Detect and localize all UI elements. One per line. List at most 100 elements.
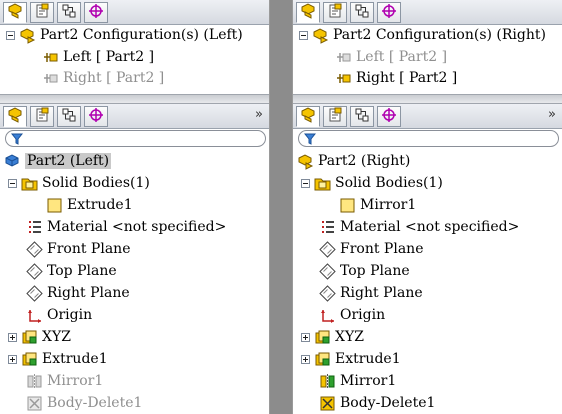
panel-splitter[interactable] <box>293 94 562 104</box>
solid-bodies-folder[interactable]: Solid Bodies(1) <box>8 172 150 194</box>
extrude-feature-icon <box>21 329 38 346</box>
plane-icon <box>319 284 336 302</box>
plane-icon <box>26 262 43 280</box>
configuration-manager-icon <box>61 3 77 23</box>
tab-property-manager[interactable] <box>323 106 347 127</box>
tab-dimxpert-manager[interactable] <box>377 2 401 23</box>
expand-toggle[interactable] <box>8 354 17 364</box>
config-item-label: Right [ Part2 ] <box>356 70 458 86</box>
configuration-icon <box>335 70 352 87</box>
filter-field[interactable] <box>5 130 266 147</box>
panel-splitter[interactable] <box>0 94 269 104</box>
filter-field[interactable] <box>298 130 559 147</box>
right-plane-label: Right Plane <box>340 285 423 301</box>
expand-toggle[interactable] <box>301 332 310 342</box>
xyz-feature[interactable]: XYZ <box>8 326 71 348</box>
body-item[interactable]: Extrude1 <box>46 194 133 216</box>
feature-manager-icon <box>7 106 23 127</box>
extrude-feature[interactable]: Extrude1 <box>8 348 108 370</box>
material-item[interactable]: Material <not specified> <box>26 216 226 238</box>
configuration-icon <box>42 70 59 87</box>
configuration-manager-icon <box>354 107 370 127</box>
collapse-toggle[interactable] <box>8 178 17 188</box>
body-label: Extrude1 <box>67 197 133 213</box>
tab-dimxpert-manager[interactable] <box>377 106 401 127</box>
config-title: Part2 Configuration(s) (Left) <box>40 27 243 43</box>
extrude-feature-icon <box>314 329 331 346</box>
tab-configuration-manager[interactable] <box>57 2 81 23</box>
xyz-feature[interactable]: XYZ <box>301 326 364 348</box>
material-label: Material <not specified> <box>47 219 227 235</box>
plane-icon <box>319 240 336 258</box>
material-label: Material <not specified> <box>340 219 520 235</box>
part-root-label: Part2 (Right) <box>318 153 411 169</box>
part-icon <box>297 153 314 170</box>
config-item-left[interactable]: Left [ Part2 ] <box>42 46 154 68</box>
expand-toggle[interactable] <box>301 354 310 364</box>
part-icon <box>4 153 21 170</box>
solid-body-icon <box>46 197 63 214</box>
extrude-feature[interactable]: Extrude1 <box>301 348 401 370</box>
more-tabs-chevron[interactable]: » <box>255 107 263 122</box>
material-icon <box>26 219 43 236</box>
bottom-tab-bar: » <box>293 104 562 129</box>
collapse-toggle[interactable] <box>301 178 310 188</box>
tab-dimxpert-manager[interactable] <box>84 106 108 127</box>
mirror-label: Mirror1 <box>47 373 104 389</box>
origin-item[interactable]: Origin <box>26 304 92 326</box>
part-root[interactable]: Part2 (Left) <box>4 150 112 172</box>
expand-toggle[interactable] <box>8 332 17 342</box>
config-root[interactable]: Part2 Configuration(s) (Left) <box>6 24 243 46</box>
config-root[interactable]: Part2 Configuration(s) (Right) <box>299 24 546 46</box>
feature-manager-icon <box>7 2 23 23</box>
body-delete-icon <box>26 395 43 412</box>
front-plane-item[interactable]: Front Plane <box>319 238 423 260</box>
origin-item[interactable]: Origin <box>319 304 385 326</box>
part-root-label: Part2 (Left) <box>25 153 112 169</box>
tab-feature-manager[interactable] <box>296 2 320 23</box>
mirror-label: Mirror1 <box>340 373 397 389</box>
body-delete-feature[interactable]: Body-Delete1 <box>26 392 142 414</box>
tab-feature-manager[interactable] <box>3 2 27 23</box>
collapse-toggle[interactable] <box>299 30 308 40</box>
bottom-tab-bar: » <box>0 104 269 129</box>
tab-feature-manager[interactable] <box>296 106 320 127</box>
top-plane-item[interactable]: Top Plane <box>319 260 410 282</box>
tab-feature-manager[interactable] <box>3 106 27 127</box>
solid-bodies-label: Solid Bodies(1) <box>335 175 443 191</box>
tab-property-manager[interactable] <box>323 2 347 23</box>
right-plane-item[interactable]: Right Plane <box>319 282 423 304</box>
front-plane-item[interactable]: Front Plane <box>26 238 130 260</box>
tab-dimxpert-manager[interactable] <box>84 2 108 23</box>
more-tabs-chevron[interactable]: » <box>548 107 556 122</box>
property-manager-icon <box>34 3 50 23</box>
tab-property-manager[interactable] <box>30 106 54 127</box>
tab-property-manager[interactable] <box>30 2 54 23</box>
tab-configuration-manager[interactable] <box>350 106 374 127</box>
body-delete-label: Body-Delete1 <box>47 395 143 411</box>
material-item[interactable]: Material <not specified> <box>319 216 519 238</box>
solid-body-icon <box>339 197 356 214</box>
config-item-right[interactable]: Right [ Part2 ] <box>42 67 164 89</box>
tab-configuration-manager[interactable] <box>350 2 374 23</box>
pane-separator <box>270 0 292 414</box>
folder-icon <box>21 175 38 192</box>
body-label: Mirror1 <box>360 197 417 213</box>
solid-bodies-folder[interactable]: Solid Bodies(1) <box>301 172 443 194</box>
origin-label: Origin <box>47 307 93 323</box>
right-plane-item[interactable]: Right Plane <box>26 282 130 304</box>
dimxpert-icon <box>88 107 104 127</box>
dimxpert-icon <box>381 3 397 23</box>
config-item-left[interactable]: Left [ Part2 ] <box>335 46 447 68</box>
mirror-icon <box>26 373 43 390</box>
mirror-feature[interactable]: Mirror1 <box>26 370 103 392</box>
body-delete-feature[interactable]: Body-Delete1 <box>319 392 435 414</box>
mirror-feature[interactable]: Mirror1 <box>319 370 396 392</box>
part-root[interactable]: Part2 (Right) <box>297 150 410 172</box>
tab-configuration-manager[interactable] <box>57 106 81 127</box>
top-plane-item[interactable]: Top Plane <box>26 260 117 282</box>
mirror-icon <box>319 373 336 390</box>
config-item-right[interactable]: Right [ Part2 ] <box>335 67 457 89</box>
body-item[interactable]: Mirror1 <box>339 194 416 216</box>
collapse-toggle[interactable] <box>6 30 15 40</box>
